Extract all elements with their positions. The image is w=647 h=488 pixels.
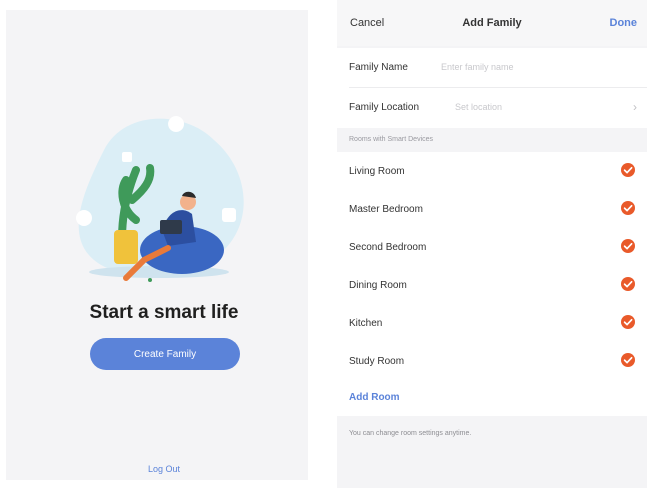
family-name-field[interactable]: Family Name Enter family name: [349, 48, 647, 86]
smart-life-illustration: [76, 116, 244, 282]
done-button[interactable]: Done: [610, 17, 638, 29]
page-headline: Start a smart life: [89, 302, 239, 323]
checkmark-icon[interactable]: [621, 163, 635, 177]
room-item[interactable]: Study Room: [337, 342, 647, 380]
checkmark-icon[interactable]: [621, 201, 635, 215]
room-item[interactable]: Kitchen: [337, 304, 647, 342]
rooms-section-header: Rooms with Smart Devices: [349, 136, 434, 143]
family-name-label: Family Name: [349, 62, 408, 73]
screen-title: Add Family: [462, 17, 522, 29]
family-location-field[interactable]: Family Location Set location ›: [349, 88, 647, 126]
checkmark-icon[interactable]: [621, 315, 635, 329]
chevron-right-icon: ›: [633, 100, 637, 114]
checkmark-icon[interactable]: [621, 277, 635, 291]
room-label: Second Bedroom: [349, 242, 427, 253]
create-family-button[interactable]: Create Family: [90, 338, 240, 370]
room-label: Dining Room: [349, 280, 407, 291]
checkmark-icon[interactable]: [621, 353, 635, 367]
family-location-input[interactable]: Set location: [455, 102, 502, 112]
onboarding-panel: Start a smart life Create Family Log Out: [6, 10, 308, 480]
family-location-label: Family Location: [349, 102, 420, 113]
footer-note: You can change room settings anytime.: [349, 430, 472, 437]
room-item[interactable]: Second Bedroom: [337, 228, 647, 266]
room-item[interactable]: Dining Room: [337, 266, 647, 304]
checkmark-icon[interactable]: [621, 239, 635, 253]
family-form: Family Name Enter family name Family Loc…: [337, 48, 647, 128]
navigation-bar: Cancel Add Family Done: [337, 0, 647, 46]
room-label: Living Room: [349, 166, 405, 177]
family-name-input[interactable]: Enter family name: [441, 62, 514, 72]
room-label: Study Room: [349, 356, 405, 367]
room-item[interactable]: Living Room: [337, 152, 647, 190]
add-family-screen: Cancel Add Family Done Family Name Enter…: [337, 0, 647, 488]
rooms-list: Living Room Master Bedroom Second Bedroo…: [337, 152, 647, 416]
room-label: Master Bedroom: [349, 204, 423, 215]
logout-link[interactable]: Log Out: [6, 464, 322, 474]
add-room-button[interactable]: Add Room: [349, 392, 400, 403]
room-label: Kitchen: [349, 318, 383, 329]
room-item[interactable]: Master Bedroom: [337, 190, 647, 228]
